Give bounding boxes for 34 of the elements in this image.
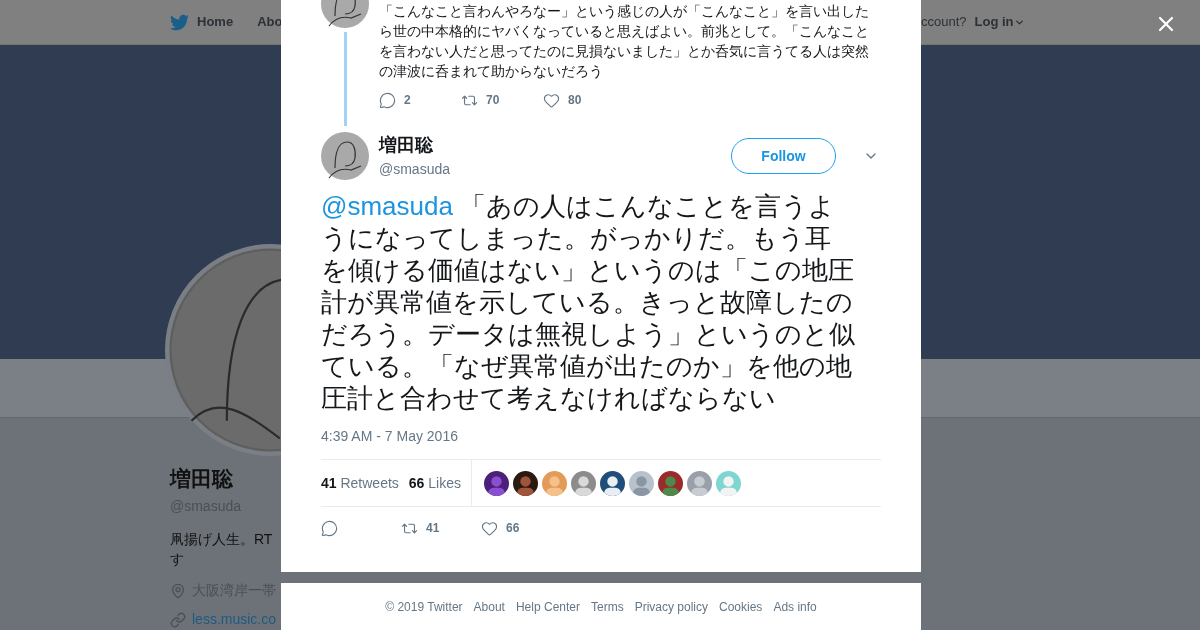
action-count: 80 (568, 92, 582, 109)
profile-bio: 凧揚げ人生。RT す (170, 530, 274, 569)
footer-link[interactable]: © 2019 Twitter (385, 597, 463, 616)
action-count: 41 (426, 520, 440, 537)
user-avatar (321, 132, 369, 180)
footer-link[interactable]: Cookies (719, 597, 763, 616)
retweet-stat[interactable]: 41 Retweets (321, 472, 399, 494)
action-count: 66 (506, 520, 520, 537)
tweet-text: @smasuda 「あの人はこんなことを言うようになってしまった。がっかりだ。もう耳を傾ける価値はない」というのは「この地圧計が異常値を示している。きっと故障したのだろう。データは無視しよう」というのと似ている。「なぜ異常値が出たのか」を他の地圧計と合わせて考えなければならない (321, 190, 856, 414)
heart-icon[interactable] (481, 519, 498, 537)
nav-link[interactable]: Abo (257, 12, 283, 32)
reply-icon[interactable] (321, 519, 338, 537)
footer-link[interactable]: About (473, 597, 505, 616)
heart-icon[interactable] (543, 91, 560, 109)
action-count: 2 (404, 92, 411, 109)
user-handle: @smasuda (379, 160, 452, 179)
user-name: 増田聡 (379, 134, 434, 157)
bird-icon (170, 12, 189, 32)
mention-link[interactable]: @smasuda (321, 191, 453, 221)
like-stat[interactable]: 66 Likes (408, 472, 461, 494)
action-count: 70 (486, 92, 500, 109)
login-button[interactable]: Log in (974, 12, 1025, 32)
footer-link[interactable]: Ads info (773, 597, 817, 616)
link-icon (170, 611, 186, 628)
account-prompt: ccount? (921, 13, 967, 32)
tweet-timestamp: 4:39 AM - 7 May 2016 (321, 427, 459, 446)
reply-icon[interactable] (379, 91, 396, 109)
footer-link[interactable]: Privacy policy (634, 597, 708, 616)
nav-link[interactable]: Home (197, 12, 234, 32)
footer-link[interactable]: Terms (591, 597, 624, 616)
profile-name: 増田聡 (170, 465, 234, 492)
tweet-text: 「こんなこと言わんやろなー」という感じの人が「こんなこと」を言い出したら世の中本格的にヤバくなっていると思えばよい。前兆として。「こんなことを言わない人だと思ってたのに見損ないました」とか呑気に言うてる人は突然の津波に呑まれて助からないだろう (379, 2, 870, 81)
footer-link[interactable]: Help Center (515, 597, 580, 616)
location-icon (170, 582, 186, 599)
